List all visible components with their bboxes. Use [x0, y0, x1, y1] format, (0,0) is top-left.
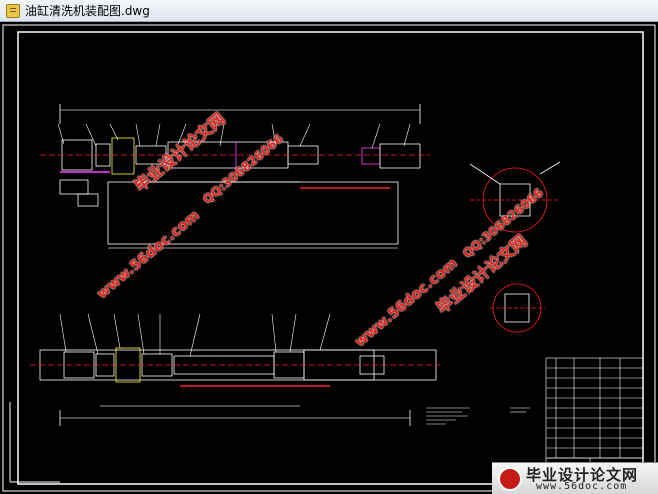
detail-view-upper — [469, 161, 561, 233]
window-title: 油缸清洗机装配图.dwg — [25, 4, 150, 18]
cad-drawing — [2, 24, 656, 492]
upper-base-frame — [107, 181, 399, 245]
outer-frame — [2, 24, 656, 492]
watermark-logo: 毕业设计论文网 www.56doc.com — [492, 462, 658, 494]
logo-seal-icon — [498, 467, 522, 491]
lower-assembly-view — [30, 347, 440, 426]
cad-drawing-canvas[interactable] — [0, 22, 658, 494]
upper-leader-lines — [57, 123, 411, 149]
logo-url: www.56doc.com — [536, 481, 628, 492]
technical-notes — [426, 407, 530, 425]
window-titlebar: 油缸清洗机装配图.dwg — [0, 0, 658, 22]
inner-frame — [17, 31, 644, 485]
detail-view-lower — [490, 283, 545, 333]
upper-assembly-view — [40, 104, 430, 249]
dwg-file-icon — [6, 3, 20, 18]
